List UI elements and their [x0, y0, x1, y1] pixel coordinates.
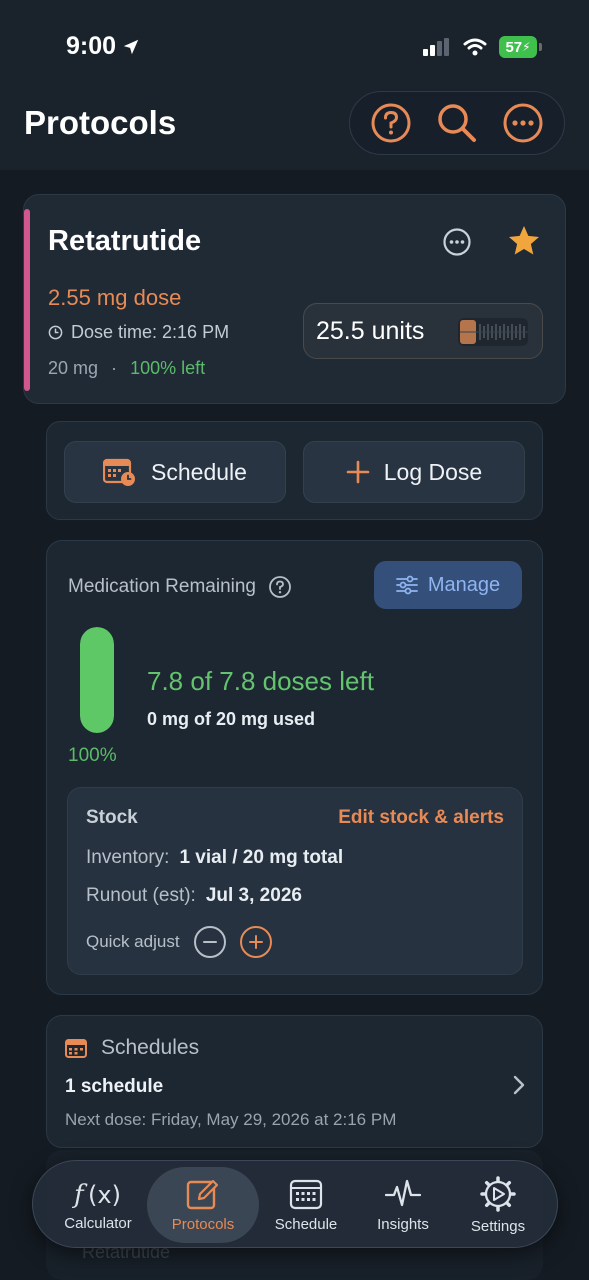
protocol-more-button[interactable] — [442, 227, 472, 262]
plus-icon — [248, 935, 263, 949]
dose-time-text: Dose time: 2:16 PM — [71, 322, 230, 342]
dose-time: Dose time: 2:16 PM — [48, 322, 229, 343]
calendar-clock-icon — [103, 458, 136, 486]
more-icon — [443, 228, 471, 256]
edit-stock-link[interactable]: Edit stock & alerts — [338, 807, 504, 829]
syringe-icon — [458, 318, 528, 346]
quick-adjust-label: Quick adjust — [86, 932, 180, 951]
location-arrow-icon — [123, 39, 139, 54]
tab-protocols-label: Protocols — [171, 1215, 235, 1233]
gear-icon — [480, 1175, 516, 1212]
percent-left: 100% left — [130, 358, 206, 378]
minus-icon — [202, 941, 217, 943]
stock-title: Stock — [86, 807, 138, 828]
schedules-title: Schedules — [101, 1036, 200, 1059]
more-button[interactable] — [499, 99, 547, 147]
tab-settings[interactable]: Settings — [448, 1167, 548, 1243]
dose-amount: 2.55 mg dose — [48, 285, 182, 310]
tab-schedule[interactable]: Schedule — [256, 1167, 356, 1243]
search-icon — [438, 104, 476, 142]
quick-adjust-row: Quick adjust — [86, 926, 272, 958]
tab-bar: ƒ (x) Calculator Protocols Schedule Insi… — [32, 1160, 558, 1248]
vial-summary: 20 mg · 100% left — [48, 358, 205, 379]
svg-text:(x): (x) — [88, 1181, 121, 1209]
vial-amount: 20 mg — [48, 358, 99, 378]
schedule-count: 1 schedule — [65, 1076, 164, 1097]
schedule-button[interactable]: Schedule — [64, 441, 286, 503]
tab-insights[interactable]: Insights — [353, 1167, 453, 1243]
protocol-name: Retatrutide — [48, 225, 202, 257]
help-icon[interactable] — [268, 575, 292, 599]
units-display[interactable]: 25.5 units — [303, 303, 543, 359]
tab-protocols[interactable]: Protocols — [147, 1167, 259, 1243]
medication-level-gauge — [80, 627, 114, 733]
inventory-row: Inventory: 1 vial / 20 mg total — [86, 847, 343, 869]
tab-settings-label: Settings — [470, 1217, 526, 1235]
cellular-signal-icon — [423, 38, 449, 56]
protocol-card[interactable]: Retatrutide 2.55 mg dose Dose time: 2:16… — [23, 194, 566, 404]
help-button[interactable] — [367, 99, 415, 147]
edit-icon — [186, 1179, 219, 1209]
inventory-label: Inventory: — [86, 847, 170, 868]
doses-left: 7.8 of 7.8 doses left — [147, 666, 374, 696]
calendar-icon — [65, 1039, 87, 1058]
tab-calculator-label: Calculator — [64, 1214, 132, 1232]
help-icon — [371, 103, 411, 143]
decrease-stock-button[interactable] — [193, 926, 226, 958]
tab-schedule-label: Schedule — [274, 1215, 338, 1233]
runout-label: Runout (est): — [86, 885, 196, 906]
more-icon — [503, 103, 543, 143]
runout-value: Jul 3, 2026 — [205, 885, 302, 906]
battery-indicator: 57 ⚡ — [499, 36, 542, 58]
schedules-card[interactable]: Schedules 1 schedule Next dose: Friday, … — [46, 1015, 543, 1148]
chevron-right-icon[interactable] — [512, 1074, 526, 1101]
manage-button[interactable]: Manage — [374, 561, 522, 609]
function-icon: ƒ (x) — [72, 1180, 121, 1209]
status-icons: 57 ⚡ — [423, 36, 542, 58]
tab-insights-label: Insights — [377, 1215, 429, 1233]
increase-stock-button[interactable] — [239, 926, 272, 958]
calendar-icon — [289, 1179, 323, 1209]
search-button[interactable] — [433, 99, 481, 147]
star-icon — [509, 226, 539, 255]
runout-row: Runout (est): Jul 3, 2026 — [86, 885, 302, 907]
status-time: 9:00 — [66, 32, 140, 61]
medication-level-fill — [80, 627, 114, 733]
stock-panel: Stock Edit stock & alerts Inventory: 1 vi… — [67, 787, 523, 975]
next-dose: Next dose: Friday, May 29, 2026 at 2:16 … — [65, 1110, 397, 1129]
inventory-value: 1 vial / 20 mg total — [179, 847, 344, 868]
header-actions — [349, 91, 565, 155]
sliders-icon — [395, 575, 418, 595]
favorite-button[interactable] — [506, 223, 542, 264]
separator-dot: · — [111, 358, 118, 378]
units-text: 25.5 units — [316, 316, 425, 345]
medication-remaining-title: Medication Remaining — [68, 576, 256, 597]
log-dose-button-label: Log Dose — [383, 458, 483, 485]
clock-text: 9:00 — [66, 32, 117, 60]
pulse-icon — [385, 1179, 421, 1206]
schedules-header: Schedules — [65, 1036, 199, 1060]
manage-button-label: Manage — [427, 573, 501, 596]
medication-percent: 100% — [68, 745, 117, 766]
medication-remaining-header: Medication Remaining — [68, 575, 292, 599]
amount-used: 0 mg of 20 mg used — [147, 709, 316, 729]
tab-calculator[interactable]: ƒ (x) Calculator — [48, 1167, 148, 1243]
page-title: Protocols — [24, 104, 177, 141]
log-dose-button[interactable]: Log Dose — [303, 441, 525, 503]
plus-icon — [346, 460, 370, 484]
wifi-icon — [463, 38, 487, 56]
schedule-button-label: Schedule — [151, 458, 247, 485]
medication-remaining-card: Medication Remaining Manage 100% 7.8 of … — [46, 540, 543, 995]
protocol-color-accent — [24, 209, 30, 391]
action-buttons-card: Schedule Log Dose — [46, 421, 543, 520]
svg-text:ƒ: ƒ — [72, 1180, 88, 1209]
clock-icon — [48, 325, 63, 340]
